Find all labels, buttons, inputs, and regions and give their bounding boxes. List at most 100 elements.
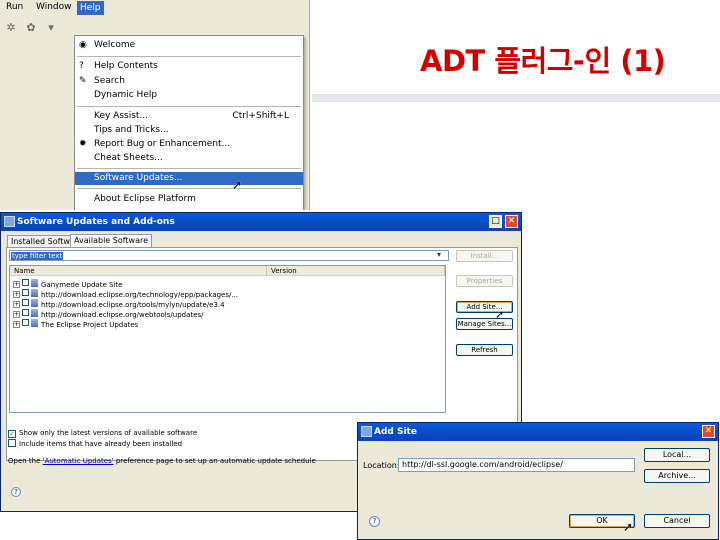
archive-button[interactable]: Archive... [644, 469, 710, 483]
row-checkbox[interactable] [22, 319, 29, 326]
menu-item-report-bug[interactable]: ✹ Report Bug or Enhancement... [75, 138, 303, 151]
run-icon[interactable]: ✿ [24, 21, 38, 35]
menu-separator [77, 106, 301, 107]
menu-run[interactable]: Run [6, 2, 23, 12]
local-button[interactable]: Local... [644, 448, 710, 462]
install-button[interactable]: Install... [456, 250, 513, 262]
tab-available-software[interactable]: Available Software [70, 234, 153, 247]
debug-icon[interactable]: ✲ [4, 21, 18, 35]
site-name: Ganymede Update Site [41, 281, 123, 289]
update-site-icon [31, 279, 38, 287]
menu-item-label: About Eclipse Platform [94, 194, 196, 204]
manage-sites-button[interactable]: Manage Sites... [456, 318, 513, 330]
eclipse-help-menu-screenshot: Run Window Help ✲ ✿ ▾ ◉ Welcome ? Help C… [0, 0, 310, 210]
menu-item-label: Dynamic Help [94, 90, 158, 100]
automatic-updates-note: Open the 'Automatic Updates' preference … [8, 457, 316, 465]
menu-item-search[interactable]: ✎ Search [75, 75, 303, 88]
site-table: Name Version + Ganymede Update Site + http… [9, 265, 446, 413]
slide-title: ADT 플러그-인 (1) [420, 44, 666, 78]
title-underline-bar [312, 94, 720, 102]
menu-item-tips-and-tricks[interactable]: Tips and Tricks... [75, 124, 303, 137]
properties-button[interactable]: Properties [456, 275, 513, 287]
table-row[interactable]: + http://download.eclipse.org/webtools/up… [13, 309, 203, 319]
close-icon[interactable]: ✕ [702, 425, 715, 438]
expand-icon[interactable]: + [13, 301, 20, 308]
dialog-titlebar: Add Site ✕ [358, 423, 718, 441]
menu-item-label: Report Bug or Enhancement... [94, 139, 231, 149]
row-checkbox[interactable] [22, 289, 29, 296]
checkbox-label: Show only the latest versions of availab… [19, 429, 198, 437]
close-icon[interactable]: ✕ [505, 215, 518, 228]
menu-item-dynamic-help[interactable]: Dynamic Help [75, 89, 303, 102]
menu-separator [77, 56, 301, 57]
mouse-cursor-icon: ➚ [232, 178, 243, 192]
table-row[interactable]: + http://download.eclipse.org/technology/… [13, 289, 238, 299]
filter-text: type filter text [11, 252, 64, 260]
table-row[interactable]: + http://download.eclipse.org/tools/mylyn… [13, 299, 225, 309]
menu-item-cheat-sheets[interactable]: Cheat Sheets... [75, 152, 303, 165]
menu-separator [77, 168, 301, 169]
column-header-name[interactable]: Name [10, 266, 267, 276]
menu-item-label: Tips and Tricks... [94, 125, 169, 135]
mouse-cursor-icon: ➚ [495, 308, 505, 321]
menu-item-label: Help Contents [94, 61, 158, 71]
maximize-icon[interactable]: □ [489, 215, 502, 228]
update-site-icon [31, 309, 38, 317]
update-site-icon [31, 299, 38, 307]
menu-window[interactable]: Window [36, 2, 72, 12]
menu-item-about[interactable]: About Eclipse Platform [75, 193, 303, 206]
filter-dropdown-icon[interactable]: ▾ [437, 250, 441, 259]
menu-item-label: Cheat Sheets... [94, 153, 163, 163]
bug-icon: ✹ [79, 139, 87, 149]
add-site-button[interactable]: Add Site... [456, 301, 513, 313]
row-checkbox[interactable] [22, 309, 29, 316]
welcome-icon: ◉ [79, 40, 87, 50]
refresh-button[interactable]: Refresh [456, 344, 513, 356]
dialog-title: Add Site [374, 427, 417, 437]
checkbox-icon [8, 439, 16, 447]
row-checkbox[interactable] [22, 299, 29, 306]
menu-item-label: Welcome [94, 40, 136, 50]
column-header-version[interactable]: Version [267, 266, 445, 276]
include-installed-checkbox[interactable]: Include items that have already been ins… [8, 439, 182, 449]
menu-item-welcome[interactable]: ◉ Welcome [75, 39, 303, 52]
window-icon [361, 426, 372, 437]
search-help-icon: ✎ [79, 76, 87, 86]
update-site-icon [31, 319, 38, 327]
menu-item-label: Software Updates... [94, 173, 183, 183]
site-name: The Eclipse Project Updates [41, 321, 139, 329]
location-input[interactable]: http://dl-ssl.google.com/android/eclipse… [398, 458, 635, 472]
window-icon [4, 216, 15, 227]
toolbar: ✲ ✿ ▾ [0, 17, 80, 39]
expand-icon[interactable]: + [13, 281, 20, 288]
menu-item-label: Search [94, 76, 125, 86]
help-icon[interactable]: ? [11, 487, 21, 497]
menu-item-help-contents[interactable]: ? Help Contents [75, 60, 303, 73]
expand-icon[interactable]: + [13, 321, 20, 328]
dialog-title: Software Updates and Add-ons [17, 217, 175, 227]
help-contents-icon: ? [79, 61, 84, 71]
expand-icon[interactable]: + [13, 311, 20, 318]
update-site-icon [31, 289, 38, 297]
note-suffix: preference page to set up an automatic u… [113, 457, 316, 465]
cancel-button[interactable]: Cancel [644, 514, 710, 528]
dialog-titlebar: Software Updates and Add-ons □ ✕ [1, 213, 521, 231]
menu-item-software-updates[interactable]: Software Updates... [75, 172, 303, 185]
table-row[interactable]: + The Eclipse Project Updates [13, 319, 138, 329]
note-prefix: Open the [8, 457, 43, 465]
mouse-cursor-icon: ➚ [623, 520, 634, 534]
menubar: Run Window Help [0, 0, 309, 17]
expand-icon[interactable]: + [13, 291, 20, 298]
show-latest-checkbox[interactable]: ✓ Show only the latest versions of availa… [8, 428, 197, 438]
row-checkbox[interactable] [22, 279, 29, 286]
location-label: Location: [363, 461, 400, 470]
menu-item-key-assist[interactable]: Key Assist... Ctrl+Shift+L [75, 110, 303, 123]
automatic-updates-link[interactable]: 'Automatic Updates' [43, 457, 114, 465]
menu-help[interactable]: Help [77, 1, 104, 15]
filter-input[interactable]: type filter text [9, 250, 449, 261]
external-tools-icon[interactable]: ▾ [44, 21, 58, 35]
help-icon[interactable]: ? [369, 516, 380, 527]
table-row[interactable]: + Ganymede Update Site [13, 279, 122, 289]
menu-separator [77, 188, 301, 189]
checkbox-label: Include items that have already been ins… [19, 440, 183, 448]
